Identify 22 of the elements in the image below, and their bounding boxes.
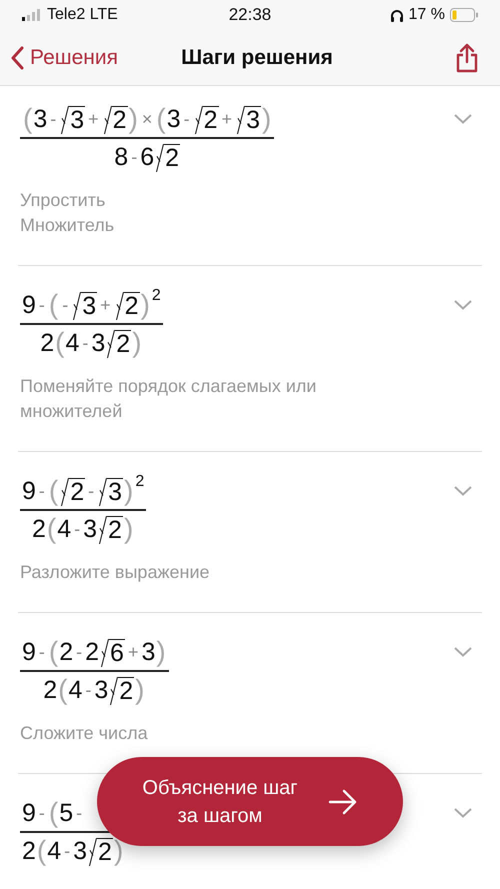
expand-chevron-icon[interactable]	[454, 114, 472, 124]
step-description: Поменяйте порядок слагаемых или множителей	[20, 375, 318, 423]
screen-title: Шаги решения	[180, 46, 334, 70]
signal-icon	[22, 9, 42, 21]
expand-chevron-icon[interactable]	[454, 808, 472, 818]
step-description: Упростить Множитель	[20, 189, 116, 237]
formula: (3- 3 + 2)×(3- 2 + 3) 8-6 2	[20, 102, 274, 174]
step-description: Сложите числа	[20, 722, 149, 745]
step-description: Разложите выражение	[20, 561, 211, 584]
battery-icon	[450, 8, 478, 22]
expand-chevron-icon[interactable]	[454, 300, 472, 310]
back-button[interactable]: Решения	[10, 46, 118, 70]
formula: 9-(2-2 6 +3) 2(4-3 2)	[20, 635, 169, 707]
status-time: 22:38	[228, 5, 272, 25]
carrier-text: Tele2 LTE	[47, 6, 118, 24]
expand-chevron-icon[interactable]	[454, 647, 472, 657]
expand-chevron-icon[interactable]	[454, 486, 472, 496]
headphones-icon	[390, 8, 404, 22]
battery-percent: 17 %	[408, 6, 445, 24]
share-icon[interactable]	[456, 42, 478, 72]
arrow-right-icon	[328, 788, 358, 814]
back-chevron-icon	[10, 46, 24, 70]
